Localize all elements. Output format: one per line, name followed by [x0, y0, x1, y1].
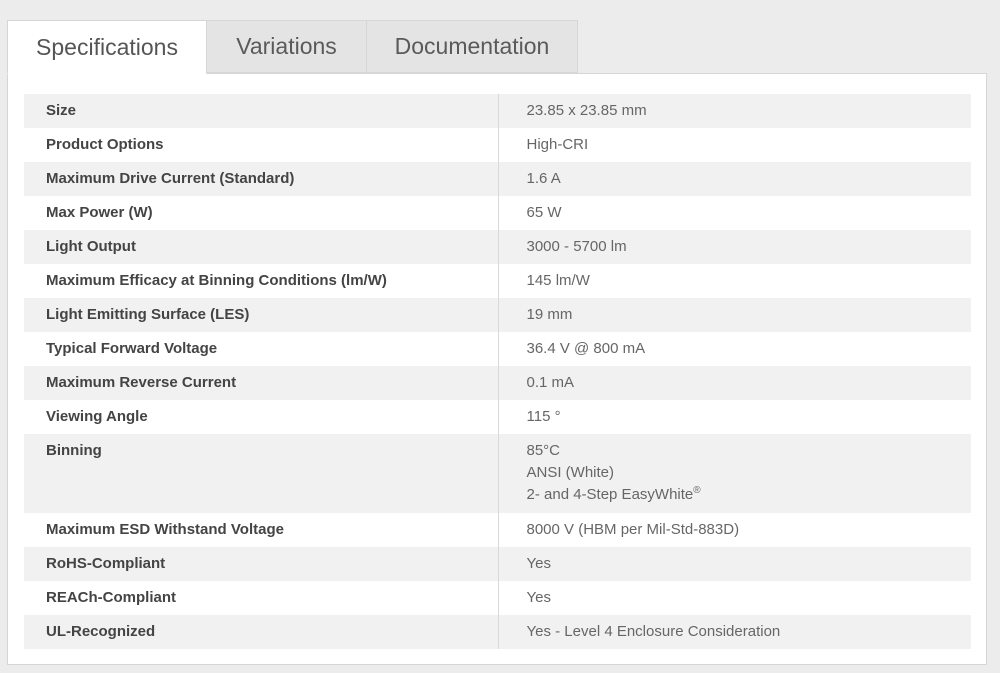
spec-row-forward-voltage: Typical Forward Voltage 36.4 V @ 800 mA — [24, 332, 971, 366]
spec-row-viewing-angle: Viewing Angle 115 ° — [24, 400, 971, 434]
spec-label: Maximum ESD Withstand Voltage — [24, 513, 499, 547]
spec-label: Binning — [24, 434, 499, 513]
spec-label: Light Output — [24, 230, 499, 264]
spec-row-esd-voltage: Maximum ESD Withstand Voltage 8000 V (HB… — [24, 513, 971, 547]
spec-label: Maximum Drive Current (Standard) — [24, 162, 499, 196]
spec-row-les: Light Emitting Surface (LES) 19 mm — [24, 298, 971, 332]
spec-value-text: 2- and 4-Step EasyWhite — [526, 486, 694, 503]
registered-mark: ® — [693, 485, 701, 496]
spec-row-reverse-current: Maximum Reverse Current 0.1 mA — [24, 366, 971, 400]
spec-value: 0.1 mA — [498, 366, 971, 400]
spec-row-rohs: RoHS-Compliant Yes — [24, 547, 971, 581]
spec-label: Product Options — [24, 128, 499, 162]
spec-label: Maximum Efficacy at Binning Conditions (… — [24, 264, 499, 298]
spec-value: 8000 V (HBM per Mil-Std-883D) — [498, 513, 971, 547]
spec-value-line: 2- and 4-Step EasyWhite® — [527, 484, 972, 506]
spec-label: Size — [24, 94, 499, 128]
spec-label: RoHS-Compliant — [24, 547, 499, 581]
spec-row-max-drive-current: Maximum Drive Current (Standard) 1.6 A — [24, 162, 971, 196]
spec-value-line: ANSI (White) — [526, 464, 615, 481]
spec-label: UL-Recognized — [24, 615, 499, 649]
spec-value: High-CRI — [498, 128, 971, 162]
spec-label: Maximum Reverse Current — [24, 366, 499, 400]
tab-bar: Specifications Variations Documentation — [7, 20, 578, 74]
spec-label: Viewing Angle — [24, 400, 499, 434]
specifications-table: Size 23.85 x 23.85 mm Product Options Hi… — [24, 94, 971, 649]
spec-value: 19 mm — [498, 298, 971, 332]
spec-value: 65 W — [498, 196, 971, 230]
spec-value: 85°C ANSI (White) 2- and 4-Step EasyWhit… — [498, 434, 971, 513]
spec-row-product-options: Product Options High-CRI — [24, 128, 971, 162]
spec-label: Light Emitting Surface (LES) — [24, 298, 499, 332]
spec-row-max-efficacy: Maximum Efficacy at Binning Conditions (… — [24, 264, 971, 298]
spec-label: Typical Forward Voltage — [24, 332, 499, 366]
spec-row-reach: REACh-Compliant Yes — [24, 581, 971, 615]
tab-specifications[interactable]: Specifications — [7, 20, 207, 74]
tab-variations[interactable]: Variations — [207, 20, 367, 73]
spec-value: Yes — [498, 581, 971, 615]
specifications-panel: Size 23.85 x 23.85 mm Product Options Hi… — [7, 73, 987, 665]
spec-value: 145 lm/W — [498, 264, 971, 298]
spec-row-ul-recognized: UL-Recognized Yes - Level 4 Enclosure Co… — [24, 615, 971, 649]
spec-label: REACh-Compliant — [24, 581, 499, 615]
spec-row-light-output: Light Output 3000 - 5700 lm — [24, 230, 971, 264]
spec-value-line: 85°C — [526, 442, 561, 459]
spec-row-size: Size 23.85 x 23.85 mm — [24, 94, 971, 128]
tab-documentation[interactable]: Documentation — [367, 20, 578, 73]
spec-value: 23.85 x 23.85 mm — [498, 94, 971, 128]
spec-value: 3000 - 5700 lm — [498, 230, 971, 264]
spec-value: 1.6 A — [498, 162, 971, 196]
spec-label: Max Power (W) — [24, 196, 499, 230]
spec-value: 36.4 V @ 800 mA — [498, 332, 971, 366]
spec-row-binning: Binning 85°C ANSI (White) 2- and 4-Step … — [24, 434, 971, 513]
spec-value: Yes — [498, 547, 971, 581]
spec-row-max-power: Max Power (W) 65 W — [24, 196, 971, 230]
spec-value: Yes - Level 4 Enclosure Consideration — [498, 615, 971, 649]
spec-value: 115 ° — [498, 400, 971, 434]
